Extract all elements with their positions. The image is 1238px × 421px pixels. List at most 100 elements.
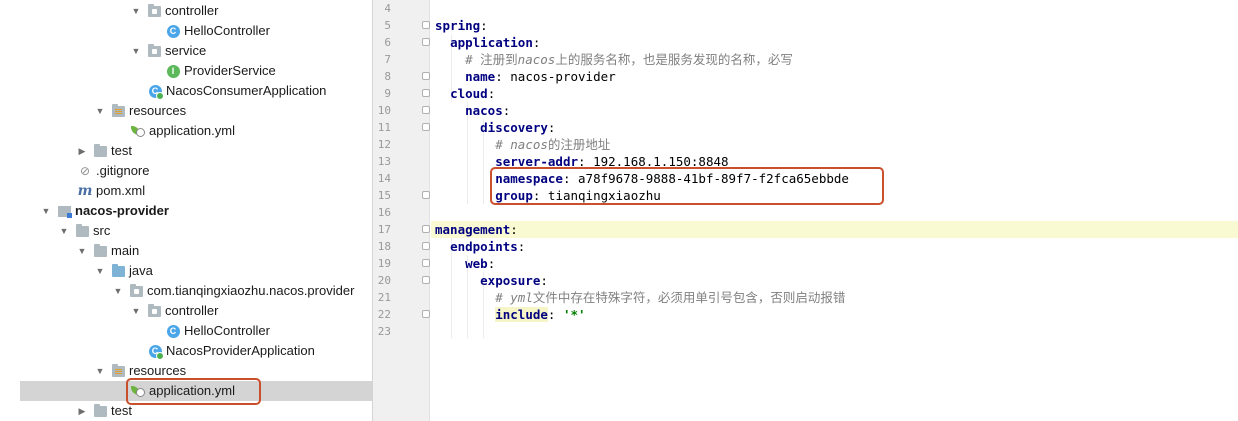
- code-line-17[interactable]: management:: [435, 221, 1238, 238]
- line-number: 16: [377, 206, 391, 219]
- fold-marker-icon[interactable]: [422, 259, 430, 267]
- code-line-8[interactable]: name: nacos-provider: [435, 68, 1238, 85]
- spring-yaml-icon: [131, 384, 145, 398]
- tree-item-label: ProviderService: [184, 63, 276, 78]
- expanded-arrow-icon[interactable]: ▼: [95, 106, 105, 116]
- fold-marker-icon[interactable]: [422, 123, 430, 131]
- tree-item-label: controller: [165, 3, 219, 18]
- code-line-9[interactable]: cloud:: [435, 85, 1238, 102]
- tree-item-src[interactable]: ▼ src: [0, 221, 372, 241]
- tree-item-label: com.tianqingxiaozhu.nacos.provider: [147, 283, 355, 298]
- tree-item-controller[interactable]: ▼ controller: [0, 301, 372, 321]
- resources-folder-icon: [111, 363, 125, 378]
- expanded-arrow-icon[interactable]: ▼: [41, 206, 51, 216]
- line-number: 20: [377, 274, 391, 287]
- tree-item-main[interactable]: ▼ main: [0, 241, 372, 261]
- tree-item-label: .gitignore: [96, 163, 150, 178]
- line-number: 4: [384, 2, 391, 15]
- editor-gutter: 4 5 6 7 8 9 10 11 12 13 14 15 16 17 18 1…: [373, 0, 430, 421]
- yaml-comment: # nacos的注册地址: [495, 137, 611, 152]
- tree-item-resources[interactable]: ▼ resources: [0, 361, 372, 381]
- line-number: 21: [377, 291, 391, 304]
- line-number: 19: [377, 257, 391, 270]
- tree-item-provider-service[interactable]: I ProviderService: [0, 61, 372, 81]
- tree-item-label: main: [111, 243, 140, 258]
- tree-item-hello-controller[interactable]: C HelloController: [0, 321, 372, 341]
- yaml-colon: :: [517, 239, 526, 254]
- line-number: 5: [384, 19, 391, 32]
- line-number: 11: [377, 121, 391, 134]
- expanded-arrow-icon[interactable]: ▼: [131, 306, 141, 316]
- code-line-21[interactable]: # yml文件中存在特殊字符，必须用单引号包含，否则启动报错: [435, 289, 1238, 306]
- code-line-11[interactable]: discovery:: [435, 119, 1238, 136]
- tree-item-resources[interactable]: ▼ resources: [0, 101, 372, 121]
- fold-marker-icon[interactable]: [422, 310, 430, 318]
- yaml-key: discovery: [480, 120, 548, 135]
- code-line-6[interactable]: application:: [435, 34, 1238, 51]
- code-line-13[interactable]: server-addr: 192.168.1.150:8848: [435, 153, 1238, 170]
- yaml-key: nacos: [465, 103, 503, 118]
- expanded-arrow-icon[interactable]: ▼: [131, 46, 141, 56]
- yaml-comment: # 注册到nacos上的服务名称，也是服务发现的名称，必写: [465, 52, 793, 67]
- fold-marker-icon[interactable]: [422, 225, 430, 233]
- fold-marker-icon[interactable]: [422, 38, 430, 46]
- expanded-arrow-icon[interactable]: ▼: [77, 246, 87, 256]
- fold-marker-icon[interactable]: [422, 276, 430, 284]
- code-line-7[interactable]: # 注册到nacos上的服务名称，也是服务发现的名称，必写: [435, 51, 1238, 68]
- yaml-colon: :: [578, 154, 586, 169]
- code-line-10[interactable]: nacos:: [435, 102, 1238, 119]
- tree-item-label: NacosConsumerApplication: [166, 83, 327, 98]
- tree-item-package-provider[interactable]: ▼ com.tianqingxiaozhu.nacos.provider: [0, 281, 372, 301]
- yaml-key: name: [465, 69, 496, 84]
- spring-app-class-icon: C: [148, 344, 164, 360]
- expanded-arrow-icon[interactable]: ▼: [113, 286, 123, 296]
- tree-item-nacos-provider[interactable]: ▼ nacos-provider: [0, 201, 372, 221]
- tree-item-test[interactable]: ▶ test: [0, 401, 372, 421]
- tree-item-nacos-consumer-application[interactable]: C NacosConsumerApplication: [0, 81, 372, 101]
- tree-item-service[interactable]: ▼ service: [0, 41, 372, 61]
- fold-marker-icon[interactable]: [422, 191, 430, 199]
- tree-item-pom-xml[interactable]: m pom.xml: [0, 181, 372, 201]
- module-icon: [57, 204, 72, 218]
- tree-item-label: nacos-provider: [75, 203, 169, 218]
- interface-icon: I: [166, 64, 180, 78]
- code-line-15[interactable]: group: tianqingxiaozhu: [435, 187, 1238, 204]
- fold-marker-icon[interactable]: [422, 72, 430, 80]
- expanded-arrow-icon[interactable]: ▼: [95, 366, 105, 376]
- tree-item-application-yml[interactable]: application.yml: [0, 121, 372, 141]
- code-line-18[interactable]: endpoints:: [435, 238, 1238, 255]
- fold-marker-icon[interactable]: [422, 21, 430, 29]
- yaml-key: server-addr: [495, 154, 579, 169]
- code-line-20[interactable]: exposure:: [435, 272, 1238, 289]
- code-editor[interactable]: spring: application: # 注册到nacos上的服务名称，也是…: [431, 0, 1238, 421]
- tree-item-application-yml-selected[interactable]: application.yml: [20, 381, 372, 401]
- collapsed-arrow-icon[interactable]: ▶: [77, 406, 87, 416]
- fold-marker-icon[interactable]: [422, 106, 430, 114]
- yaml-colon: :: [540, 273, 548, 288]
- expanded-arrow-icon[interactable]: ▼: [131, 6, 141, 16]
- tree-item-label: resources: [129, 363, 187, 378]
- tree-item-hello-controller[interactable]: C HelloController: [0, 21, 372, 41]
- code-line-19[interactable]: web:: [435, 255, 1238, 272]
- package-folder-icon: [147, 303, 161, 318]
- code-line-22[interactable]: include: '*': [435, 306, 1238, 323]
- code-line-5[interactable]: spring:: [435, 17, 1238, 34]
- tree-item-controller[interactable]: ▼ controller: [0, 1, 372, 21]
- expanded-arrow-icon[interactable]: ▼: [59, 226, 69, 236]
- code-line-12[interactable]: # nacos的注册地址: [435, 136, 1238, 153]
- tree-item-java[interactable]: ▼ java: [0, 261, 372, 281]
- yaml-value: a78f9678-9888-41bf-89f7-f2fca65ebbde: [578, 171, 849, 186]
- expanded-arrow-icon[interactable]: ▼: [95, 266, 105, 276]
- tree-item-gitignore[interactable]: ⊘ .gitignore: [0, 161, 372, 181]
- tree-item-test[interactable]: ▶ test: [0, 141, 372, 161]
- tree-item-nacos-provider-application[interactable]: C NacosProviderApplication: [0, 341, 372, 361]
- line-number: 7: [384, 53, 391, 66]
- fold-marker-icon[interactable]: [422, 242, 430, 250]
- code-line-14[interactable]: namespace: a78f9678-9888-41bf-89f7-f2fca…: [435, 170, 1238, 187]
- fold-marker-icon[interactable]: [422, 89, 430, 97]
- yaml-colon: :: [532, 35, 541, 50]
- collapsed-arrow-icon[interactable]: ▶: [77, 146, 87, 156]
- tree-item-label: test: [111, 403, 132, 418]
- yaml-colon: :: [510, 222, 518, 237]
- tree-item-label: application.yml: [149, 383, 235, 398]
